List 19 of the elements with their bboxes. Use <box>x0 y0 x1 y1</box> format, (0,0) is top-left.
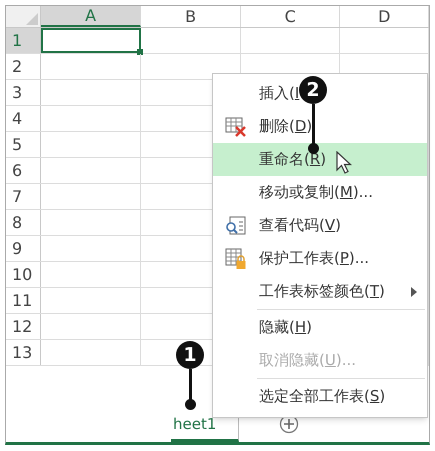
menu-item[interactable]: 选定全部工作表(S) <box>259 385 386 408</box>
delete-grid-icon <box>225 116 247 136</box>
menu-item[interactable]: 隐藏(H) <box>259 316 312 339</box>
menu-item[interactable]: 移动或复制(M)... <box>259 181 373 204</box>
row-header[interactable]: 1 <box>6 28 41 53</box>
menu-item[interactable]: 插入(I <box>259 82 300 105</box>
menu-item[interactable]: 删除(D) <box>259 115 312 138</box>
menu-item[interactable]: 查看代码(V) <box>259 214 341 237</box>
leader-line <box>308 104 318 154</box>
locked-grid-icon <box>225 248 247 270</box>
corner-triangle-icon <box>26 13 38 25</box>
leader-line <box>184 369 196 410</box>
menu-item[interactable]: 保护工作表(P)... <box>259 247 370 270</box>
menu-item[interactable]: 工作表标签颜色(T) <box>259 280 385 303</box>
selected-cell[interactable] <box>40 28 142 53</box>
menu-item[interactable]: 重命名(R) <box>259 148 326 171</box>
mouse-pointer-icon <box>336 151 352 175</box>
code-window-icon <box>225 216 247 236</box>
column-header[interactable]: A <box>40 6 142 27</box>
